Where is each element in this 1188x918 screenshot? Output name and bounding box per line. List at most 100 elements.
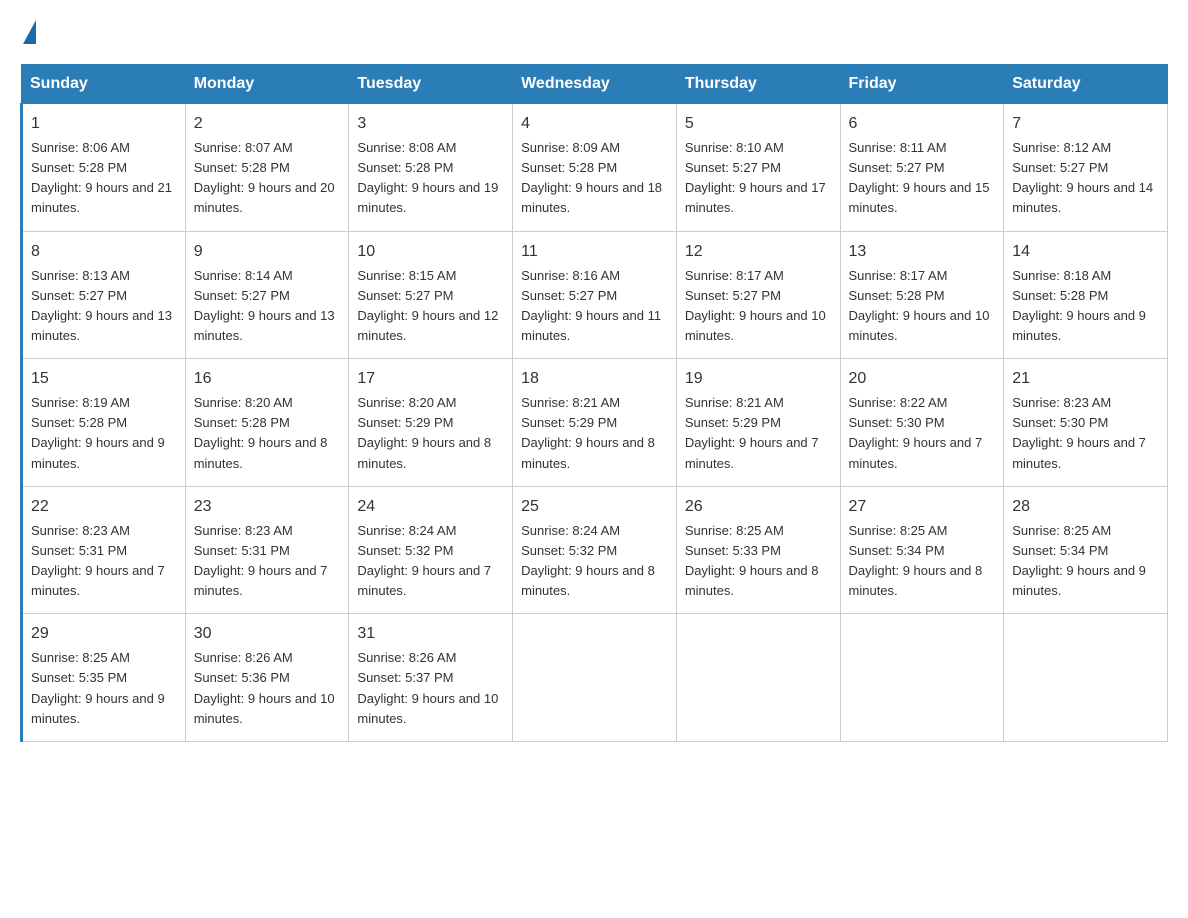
calendar-cell: 13Sunrise: 8:17 AMSunset: 5:28 PMDayligh… bbox=[840, 231, 1004, 359]
logo bbox=[20, 20, 36, 44]
day-number: 25 bbox=[521, 495, 668, 519]
day-number: 12 bbox=[685, 240, 832, 264]
day-info: Sunrise: 8:19 AMSunset: 5:28 PMDaylight:… bbox=[31, 393, 177, 474]
day-info: Sunrise: 8:16 AMSunset: 5:27 PMDaylight:… bbox=[521, 266, 668, 347]
day-info: Sunrise: 8:07 AMSunset: 5:28 PMDaylight:… bbox=[194, 138, 341, 219]
day-info: Sunrise: 8:23 AMSunset: 5:31 PMDaylight:… bbox=[194, 521, 341, 602]
page-header bbox=[20, 20, 1168, 44]
calendar-cell: 27Sunrise: 8:25 AMSunset: 5:34 PMDayligh… bbox=[840, 486, 1004, 614]
day-info: Sunrise: 8:17 AMSunset: 5:28 PMDaylight:… bbox=[849, 266, 996, 347]
calendar-week-row: 1Sunrise: 8:06 AMSunset: 5:28 PMDaylight… bbox=[22, 104, 1168, 232]
day-info: Sunrise: 8:25 AMSunset: 5:35 PMDaylight:… bbox=[31, 648, 177, 729]
day-number: 28 bbox=[1012, 495, 1159, 519]
calendar-cell: 30Sunrise: 8:26 AMSunset: 5:36 PMDayligh… bbox=[185, 614, 349, 742]
day-number: 15 bbox=[31, 367, 177, 391]
day-info: Sunrise: 8:26 AMSunset: 5:37 PMDaylight:… bbox=[357, 648, 504, 729]
day-info: Sunrise: 8:24 AMSunset: 5:32 PMDaylight:… bbox=[521, 521, 668, 602]
day-info: Sunrise: 8:14 AMSunset: 5:27 PMDaylight:… bbox=[194, 266, 341, 347]
day-number: 20 bbox=[849, 367, 996, 391]
day-number: 3 bbox=[357, 112, 504, 136]
day-number: 27 bbox=[849, 495, 996, 519]
day-number: 22 bbox=[31, 495, 177, 519]
logo-triangle-icon bbox=[23, 20, 36, 44]
day-number: 7 bbox=[1012, 112, 1159, 136]
day-info: Sunrise: 8:21 AMSunset: 5:29 PMDaylight:… bbox=[521, 393, 668, 474]
calendar-cell: 28Sunrise: 8:25 AMSunset: 5:34 PMDayligh… bbox=[1004, 486, 1168, 614]
day-number: 18 bbox=[521, 367, 668, 391]
calendar-header-saturday: Saturday bbox=[1004, 65, 1168, 104]
calendar-header-monday: Monday bbox=[185, 65, 349, 104]
day-info: Sunrise: 8:24 AMSunset: 5:32 PMDaylight:… bbox=[357, 521, 504, 602]
calendar-cell: 5Sunrise: 8:10 AMSunset: 5:27 PMDaylight… bbox=[676, 104, 840, 232]
calendar-week-row: 8Sunrise: 8:13 AMSunset: 5:27 PMDaylight… bbox=[22, 231, 1168, 359]
day-number: 2 bbox=[194, 112, 341, 136]
calendar-cell: 26Sunrise: 8:25 AMSunset: 5:33 PMDayligh… bbox=[676, 486, 840, 614]
day-info: Sunrise: 8:23 AMSunset: 5:31 PMDaylight:… bbox=[31, 521, 177, 602]
day-info: Sunrise: 8:20 AMSunset: 5:29 PMDaylight:… bbox=[357, 393, 504, 474]
calendar-cell: 29Sunrise: 8:25 AMSunset: 5:35 PMDayligh… bbox=[22, 614, 186, 742]
calendar-cell: 18Sunrise: 8:21 AMSunset: 5:29 PMDayligh… bbox=[513, 359, 677, 487]
calendar-cell: 4Sunrise: 8:09 AMSunset: 5:28 PMDaylight… bbox=[513, 104, 677, 232]
calendar-cell: 12Sunrise: 8:17 AMSunset: 5:27 PMDayligh… bbox=[676, 231, 840, 359]
calendar-week-row: 15Sunrise: 8:19 AMSunset: 5:28 PMDayligh… bbox=[22, 359, 1168, 487]
day-info: Sunrise: 8:12 AMSunset: 5:27 PMDaylight:… bbox=[1012, 138, 1159, 219]
calendar-header-wednesday: Wednesday bbox=[513, 65, 677, 104]
calendar-cell: 19Sunrise: 8:21 AMSunset: 5:29 PMDayligh… bbox=[676, 359, 840, 487]
calendar-cell: 1Sunrise: 8:06 AMSunset: 5:28 PMDaylight… bbox=[22, 104, 186, 232]
day-number: 1 bbox=[31, 112, 177, 136]
calendar-cell: 15Sunrise: 8:19 AMSunset: 5:28 PMDayligh… bbox=[22, 359, 186, 487]
day-info: Sunrise: 8:26 AMSunset: 5:36 PMDaylight:… bbox=[194, 648, 341, 729]
day-number: 31 bbox=[357, 622, 504, 646]
day-info: Sunrise: 8:21 AMSunset: 5:29 PMDaylight:… bbox=[685, 393, 832, 474]
calendar-cell: 16Sunrise: 8:20 AMSunset: 5:28 PMDayligh… bbox=[185, 359, 349, 487]
day-number: 14 bbox=[1012, 240, 1159, 264]
calendar-cell: 2Sunrise: 8:07 AMSunset: 5:28 PMDaylight… bbox=[185, 104, 349, 232]
day-number: 24 bbox=[357, 495, 504, 519]
calendar-cell: 11Sunrise: 8:16 AMSunset: 5:27 PMDayligh… bbox=[513, 231, 677, 359]
calendar-cell bbox=[513, 614, 677, 742]
day-number: 19 bbox=[685, 367, 832, 391]
day-info: Sunrise: 8:18 AMSunset: 5:28 PMDaylight:… bbox=[1012, 266, 1159, 347]
calendar-cell: 9Sunrise: 8:14 AMSunset: 5:27 PMDaylight… bbox=[185, 231, 349, 359]
calendar-cell: 24Sunrise: 8:24 AMSunset: 5:32 PMDayligh… bbox=[349, 486, 513, 614]
day-info: Sunrise: 8:10 AMSunset: 5:27 PMDaylight:… bbox=[685, 138, 832, 219]
calendar-cell: 20Sunrise: 8:22 AMSunset: 5:30 PMDayligh… bbox=[840, 359, 1004, 487]
day-number: 5 bbox=[685, 112, 832, 136]
calendar-header-thursday: Thursday bbox=[676, 65, 840, 104]
day-info: Sunrise: 8:06 AMSunset: 5:28 PMDaylight:… bbox=[31, 138, 177, 219]
day-info: Sunrise: 8:25 AMSunset: 5:33 PMDaylight:… bbox=[685, 521, 832, 602]
calendar-cell bbox=[840, 614, 1004, 742]
day-info: Sunrise: 8:20 AMSunset: 5:28 PMDaylight:… bbox=[194, 393, 341, 474]
calendar-cell: 23Sunrise: 8:23 AMSunset: 5:31 PMDayligh… bbox=[185, 486, 349, 614]
day-info: Sunrise: 8:15 AMSunset: 5:27 PMDaylight:… bbox=[357, 266, 504, 347]
day-number: 10 bbox=[357, 240, 504, 264]
day-info: Sunrise: 8:25 AMSunset: 5:34 PMDaylight:… bbox=[849, 521, 996, 602]
day-info: Sunrise: 8:22 AMSunset: 5:30 PMDaylight:… bbox=[849, 393, 996, 474]
day-number: 9 bbox=[194, 240, 341, 264]
day-number: 6 bbox=[849, 112, 996, 136]
day-number: 8 bbox=[31, 240, 177, 264]
calendar-cell: 10Sunrise: 8:15 AMSunset: 5:27 PMDayligh… bbox=[349, 231, 513, 359]
calendar-cell: 8Sunrise: 8:13 AMSunset: 5:27 PMDaylight… bbox=[22, 231, 186, 359]
calendar-cell bbox=[676, 614, 840, 742]
calendar-header-tuesday: Tuesday bbox=[349, 65, 513, 104]
calendar-cell: 14Sunrise: 8:18 AMSunset: 5:28 PMDayligh… bbox=[1004, 231, 1168, 359]
calendar-cell: 3Sunrise: 8:08 AMSunset: 5:28 PMDaylight… bbox=[349, 104, 513, 232]
day-number: 16 bbox=[194, 367, 341, 391]
day-number: 26 bbox=[685, 495, 832, 519]
calendar-week-row: 29Sunrise: 8:25 AMSunset: 5:35 PMDayligh… bbox=[22, 614, 1168, 742]
calendar-cell: 7Sunrise: 8:12 AMSunset: 5:27 PMDaylight… bbox=[1004, 104, 1168, 232]
day-info: Sunrise: 8:13 AMSunset: 5:27 PMDaylight:… bbox=[31, 266, 177, 347]
day-number: 30 bbox=[194, 622, 341, 646]
calendar-cell: 31Sunrise: 8:26 AMSunset: 5:37 PMDayligh… bbox=[349, 614, 513, 742]
day-number: 4 bbox=[521, 112, 668, 136]
day-number: 13 bbox=[849, 240, 996, 264]
calendar-table: SundayMondayTuesdayWednesdayThursdayFrid… bbox=[20, 64, 1168, 742]
calendar-header-row: SundayMondayTuesdayWednesdayThursdayFrid… bbox=[22, 65, 1168, 104]
calendar-cell: 17Sunrise: 8:20 AMSunset: 5:29 PMDayligh… bbox=[349, 359, 513, 487]
day-number: 23 bbox=[194, 495, 341, 519]
day-number: 11 bbox=[521, 240, 668, 264]
calendar-cell: 6Sunrise: 8:11 AMSunset: 5:27 PMDaylight… bbox=[840, 104, 1004, 232]
day-info: Sunrise: 8:17 AMSunset: 5:27 PMDaylight:… bbox=[685, 266, 832, 347]
calendar-header-sunday: Sunday bbox=[22, 65, 186, 104]
